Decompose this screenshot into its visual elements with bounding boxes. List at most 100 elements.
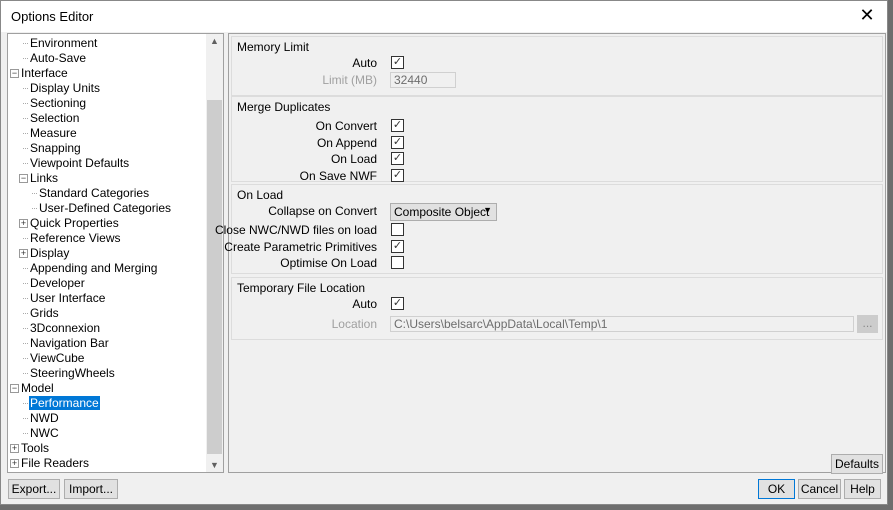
on-load-group: On Load Collapse on Convert Composite Obj… [215, 184, 883, 274]
tree-item[interactable]: + Tools [10, 441, 50, 456]
tree-connector [23, 298, 28, 299]
tree-item[interactable]: Sectioning [23, 96, 87, 111]
tree-connector [23, 418, 28, 419]
tree-item[interactable]: 3Dconnexion [23, 321, 101, 336]
group-title: Memory Limit [237, 40, 310, 54]
tree-item-label: Environment [30, 36, 98, 50]
tree-item[interactable]: Environment [23, 36, 98, 51]
location-label: Location [331, 317, 377, 331]
help-button[interactable]: Help [844, 479, 881, 499]
tree-item[interactable]: Display Units [23, 81, 101, 96]
collapse-icon[interactable]: − [10, 69, 19, 78]
tree-connector [32, 208, 37, 209]
tree-item[interactable]: Auto-Save [23, 51, 87, 66]
parametric-primitives-checkbox[interactable]: ✓ [391, 240, 404, 253]
tree-item[interactable]: Standard Categories [32, 186, 150, 201]
tree-item[interactable]: ViewCube [23, 351, 85, 366]
collapse-icon[interactable]: − [19, 174, 28, 183]
tree-item[interactable]: NWC [23, 426, 60, 441]
tree-item-label: Reference Views [30, 231, 121, 245]
tree-scrollbar[interactable]: ▲ ▼ [206, 34, 223, 472]
tree-item-label: Quick Properties [30, 216, 119, 230]
tree-item-label: Performance [29, 396, 100, 410]
expand-icon[interactable]: + [19, 249, 28, 258]
group-title: Temporary File Location [237, 281, 366, 295]
scrollbar-thumb[interactable] [207, 100, 222, 454]
tree-connector [23, 148, 28, 149]
tree-item-label: Interface [21, 66, 68, 80]
on-save-nwf-checkbox[interactable]: ✓ [391, 169, 404, 182]
on-convert-checkbox[interactable]: ✓ [391, 119, 404, 132]
collapse-on-convert-dropdown[interactable]: Composite Object ▼ [390, 203, 497, 221]
location-input[interactable]: C:\Users\belsarc\AppData\Local\Temp\1 [390, 316, 854, 332]
tree-item-label: Standard Categories [39, 186, 150, 200]
tree-connector [23, 238, 28, 239]
performance-panel: Memory Limit Auto ✓ Limit (MB) 32440 Merge… [215, 33, 886, 474]
tree-item[interactable]: Snapping [23, 141, 82, 156]
browse-button[interactable]: ... [857, 315, 878, 333]
window-title: Options Editor [11, 9, 94, 24]
tree-item[interactable]: + Quick Properties [19, 216, 120, 231]
tree-item[interactable]: + File Readers [10, 456, 90, 471]
limit-label: Limit (MB) [322, 73, 377, 87]
tree-item-label: Navigation Bar [30, 336, 109, 350]
tree-item[interactable]: Developer [23, 276, 86, 291]
tree-item-label: Snapping [30, 141, 81, 155]
tree-connector [23, 163, 28, 164]
group-title: Merge Duplicates [237, 100, 331, 114]
on-load-label: On Load [330, 152, 377, 166]
temp-auto-checkbox[interactable]: ✓ [391, 297, 404, 310]
import-button[interactable]: Import... [64, 479, 118, 499]
tree-item-label: SteeringWheels [30, 366, 115, 380]
scroll-up-icon[interactable]: ▲ [206, 36, 223, 46]
tree-item-label: Links [30, 171, 59, 185]
group-title: On Load [237, 188, 284, 202]
expand-icon[interactable]: + [10, 459, 19, 468]
tree-item[interactable]: + Display [19, 246, 70, 261]
tree-connector [23, 58, 28, 59]
scroll-down-icon[interactable]: ▼ [206, 460, 223, 470]
tree-item[interactable]: Performance [23, 396, 100, 411]
tree-item[interactable]: − Links [19, 171, 59, 186]
tree-item-label: NWD [30, 411, 59, 425]
optimise-on-load-checkbox[interactable] [391, 256, 404, 269]
memory-auto-checkbox[interactable]: ✓ [391, 56, 404, 69]
tree-item[interactable]: Appending and Merging [23, 261, 158, 276]
tree-item[interactable]: Grids [23, 306, 60, 321]
expand-icon[interactable]: + [10, 444, 19, 453]
tree-item[interactable]: Measure [23, 126, 78, 141]
tree-item[interactable]: − Interface [10, 66, 69, 81]
cancel-button[interactable]: Cancel [798, 479, 841, 499]
limit-mb-input[interactable]: 32440 [390, 72, 456, 88]
defaults-button[interactable]: Defaults [831, 454, 883, 474]
tree-item-label: Display [30, 246, 70, 260]
collapse-label: Collapse on Convert [268, 204, 377, 218]
close-icon[interactable]: ✕ [855, 5, 879, 26]
tree-item-label: Tools [21, 441, 50, 455]
on-append-checkbox[interactable]: ✓ [391, 136, 404, 149]
tree-connector [23, 433, 28, 434]
auto-label: Auto [352, 56, 377, 70]
ok-button[interactable]: OK [758, 479, 795, 499]
tree-item[interactable]: User-Defined Categories [32, 201, 172, 216]
tree-item-label: User-Defined Categories [39, 201, 172, 215]
on-load-checkbox[interactable]: ✓ [391, 152, 404, 165]
close-files-checkbox[interactable] [391, 223, 404, 236]
collapse-icon[interactable]: − [10, 384, 19, 393]
expand-icon[interactable]: + [19, 219, 28, 228]
on-save-nwf-label: On Save NWF [299, 169, 377, 183]
export-button[interactable]: Export... [8, 479, 60, 499]
tree-item[interactable]: Navigation Bar [23, 336, 110, 351]
tree-item[interactable]: Selection [23, 111, 80, 126]
tree-item[interactable]: SteeringWheels [23, 366, 116, 381]
tree-item[interactable]: NWD [23, 411, 60, 426]
tree-item[interactable]: Reference Views [23, 231, 122, 246]
tree-connector [23, 133, 28, 134]
tree-item-label: Auto-Save [30, 51, 87, 65]
tree-item[interactable]: User Interface [23, 291, 106, 306]
tree-item-label: Model [21, 381, 54, 395]
on-convert-label: On Convert [315, 119, 377, 133]
tree-item-label: NWC [30, 426, 59, 440]
tree-item[interactable]: Viewpoint Defaults [23, 156, 130, 171]
tree-item[interactable]: − Model [10, 381, 55, 396]
